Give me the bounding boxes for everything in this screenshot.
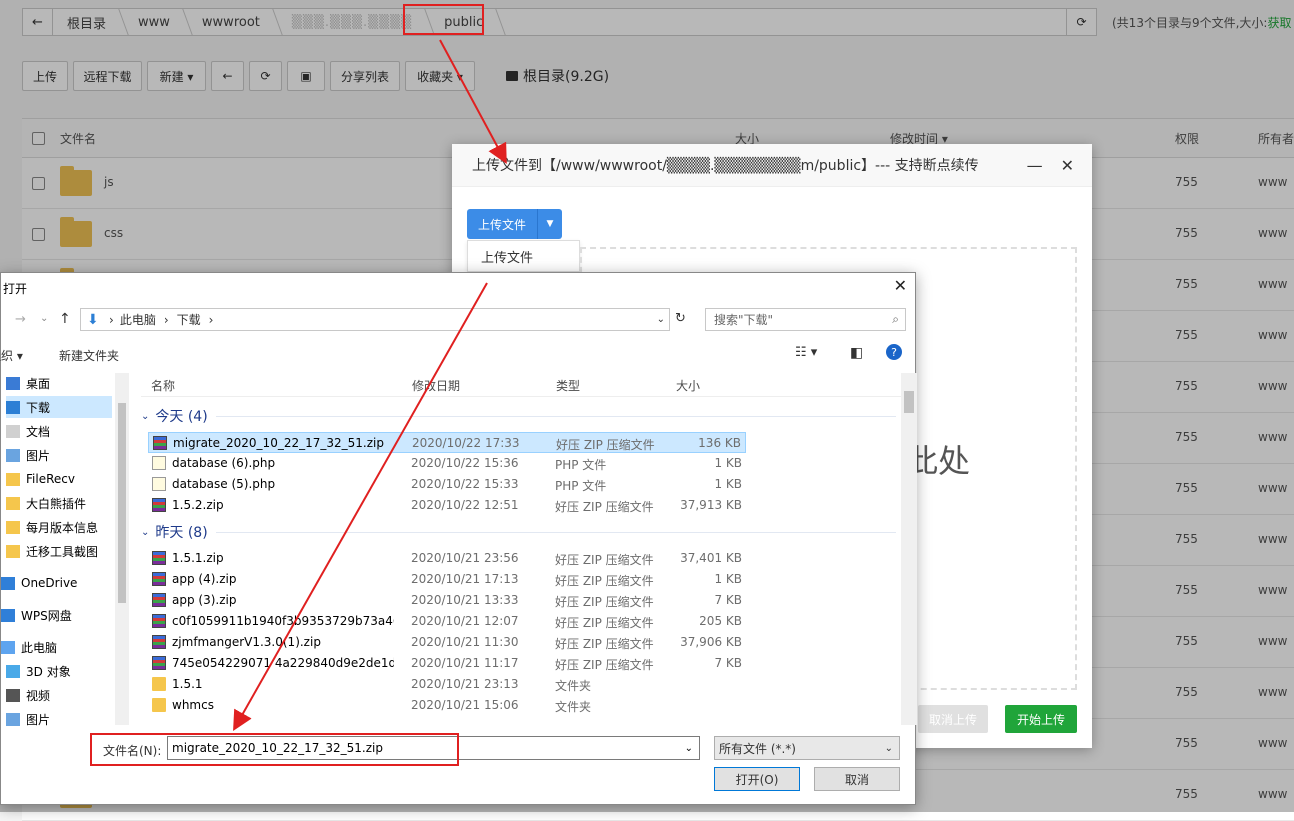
arrow-to-upload: [439, 39, 507, 165]
arrow-to-filename: [233, 282, 488, 731]
annotation-arrows: [233, 39, 507, 731]
